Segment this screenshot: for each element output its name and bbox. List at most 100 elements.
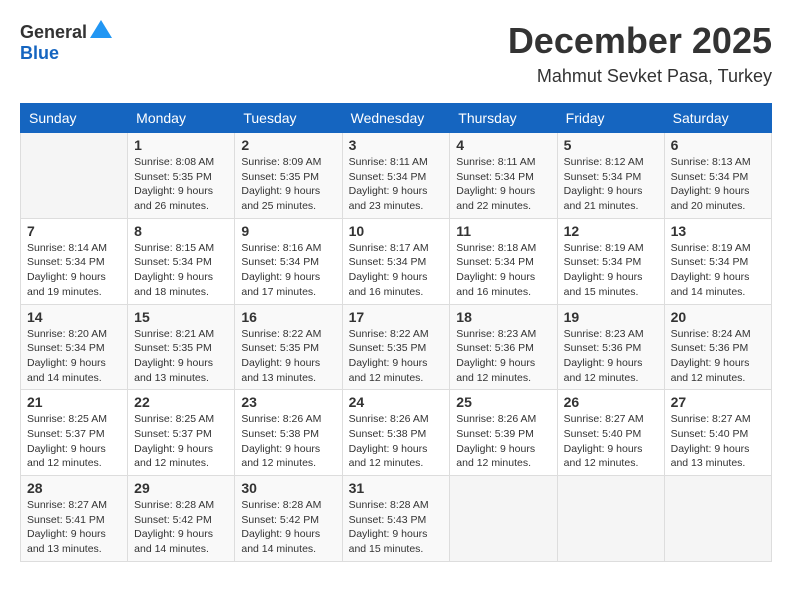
day-number: 24 [349, 394, 444, 410]
table-row: 6 Sunrise: 8:13 AMSunset: 5:34 PMDayligh… [664, 133, 771, 219]
day-info: Sunrise: 8:19 AMSunset: 5:34 PMDaylight:… [671, 241, 765, 300]
month-title: December 2025 [508, 20, 772, 62]
table-row [450, 476, 557, 562]
day-info: Sunrise: 8:15 AMSunset: 5:34 PMDaylight:… [134, 241, 228, 300]
day-info: Sunrise: 8:23 AMSunset: 5:36 PMDaylight:… [456, 327, 550, 386]
day-info: Sunrise: 8:16 AMSunset: 5:34 PMDaylight:… [241, 241, 335, 300]
day-number: 17 [349, 309, 444, 325]
table-row: 18 Sunrise: 8:23 AMSunset: 5:36 PMDaylig… [450, 304, 557, 390]
table-row: 2 Sunrise: 8:09 AMSunset: 5:35 PMDayligh… [235, 133, 342, 219]
day-number: 6 [671, 137, 765, 153]
table-row: 11 Sunrise: 8:18 AMSunset: 5:34 PMDaylig… [450, 218, 557, 304]
day-info: Sunrise: 8:12 AMSunset: 5:34 PMDaylight:… [564, 155, 658, 214]
header-monday: Monday [128, 104, 235, 133]
day-info: Sunrise: 8:20 AMSunset: 5:34 PMDaylight:… [27, 327, 121, 386]
day-number: 9 [241, 223, 335, 239]
day-number: 13 [671, 223, 765, 239]
day-info: Sunrise: 8:22 AMSunset: 5:35 PMDaylight:… [241, 327, 335, 386]
day-number: 12 [564, 223, 658, 239]
day-info: Sunrise: 8:23 AMSunset: 5:36 PMDaylight:… [564, 327, 658, 386]
title-section: December 2025 Mahmut Sevket Pasa, Turkey [508, 20, 772, 87]
day-number: 28 [27, 480, 121, 496]
day-info: Sunrise: 8:19 AMSunset: 5:34 PMDaylight:… [564, 241, 658, 300]
day-number: 7 [27, 223, 121, 239]
day-number: 20 [671, 309, 765, 325]
day-number: 23 [241, 394, 335, 410]
logo-triangle-icon [90, 20, 112, 38]
day-info: Sunrise: 8:26 AMSunset: 5:38 PMDaylight:… [349, 412, 444, 471]
table-row: 4 Sunrise: 8:11 AMSunset: 5:34 PMDayligh… [450, 133, 557, 219]
day-number: 15 [134, 309, 228, 325]
day-number: 14 [27, 309, 121, 325]
day-number: 10 [349, 223, 444, 239]
table-row: 9 Sunrise: 8:16 AMSunset: 5:34 PMDayligh… [235, 218, 342, 304]
table-row: 13 Sunrise: 8:19 AMSunset: 5:34 PMDaylig… [664, 218, 771, 304]
calendar-table: Sunday Monday Tuesday Wednesday Thursday… [20, 103, 772, 562]
table-row: 24 Sunrise: 8:26 AMSunset: 5:38 PMDaylig… [342, 390, 450, 476]
day-info: Sunrise: 8:18 AMSunset: 5:34 PMDaylight:… [456, 241, 550, 300]
day-number: 31 [349, 480, 444, 496]
calendar-week-row: 21 Sunrise: 8:25 AMSunset: 5:37 PMDaylig… [21, 390, 772, 476]
header-saturday: Saturday [664, 104, 771, 133]
logo: General Blue [20, 20, 112, 64]
calendar-header-row: Sunday Monday Tuesday Wednesday Thursday… [21, 104, 772, 133]
day-info: Sunrise: 8:21 AMSunset: 5:35 PMDaylight:… [134, 327, 228, 386]
table-row: 19 Sunrise: 8:23 AMSunset: 5:36 PMDaylig… [557, 304, 664, 390]
day-info: Sunrise: 8:27 AMSunset: 5:41 PMDaylight:… [27, 498, 121, 557]
day-number: 2 [241, 137, 335, 153]
day-info: Sunrise: 8:24 AMSunset: 5:36 PMDaylight:… [671, 327, 765, 386]
day-number: 25 [456, 394, 550, 410]
day-number: 26 [564, 394, 658, 410]
table-row [557, 476, 664, 562]
table-row: 27 Sunrise: 8:27 AMSunset: 5:40 PMDaylig… [664, 390, 771, 476]
table-row: 17 Sunrise: 8:22 AMSunset: 5:35 PMDaylig… [342, 304, 450, 390]
table-row: 15 Sunrise: 8:21 AMSunset: 5:35 PMDaylig… [128, 304, 235, 390]
calendar-week-row: 1 Sunrise: 8:08 AMSunset: 5:35 PMDayligh… [21, 133, 772, 219]
day-info: Sunrise: 8:25 AMSunset: 5:37 PMDaylight:… [134, 412, 228, 471]
logo-blue-text: Blue [20, 43, 59, 63]
day-number: 30 [241, 480, 335, 496]
day-info: Sunrise: 8:11 AMSunset: 5:34 PMDaylight:… [456, 155, 550, 214]
table-row: 20 Sunrise: 8:24 AMSunset: 5:36 PMDaylig… [664, 304, 771, 390]
logo-general-text: General [20, 22, 87, 43]
day-info: Sunrise: 8:08 AMSunset: 5:35 PMDaylight:… [134, 155, 228, 214]
day-number: 22 [134, 394, 228, 410]
table-row: 29 Sunrise: 8:28 AMSunset: 5:42 PMDaylig… [128, 476, 235, 562]
calendar-week-row: 7 Sunrise: 8:14 AMSunset: 5:34 PMDayligh… [21, 218, 772, 304]
table-row: 5 Sunrise: 8:12 AMSunset: 5:34 PMDayligh… [557, 133, 664, 219]
day-info: Sunrise: 8:28 AMSunset: 5:42 PMDaylight:… [241, 498, 335, 557]
table-row: 31 Sunrise: 8:28 AMSunset: 5:43 PMDaylig… [342, 476, 450, 562]
day-info: Sunrise: 8:28 AMSunset: 5:42 PMDaylight:… [134, 498, 228, 557]
day-number: 29 [134, 480, 228, 496]
day-number: 1 [134, 137, 228, 153]
day-info: Sunrise: 8:25 AMSunset: 5:37 PMDaylight:… [27, 412, 121, 471]
day-number: 5 [564, 137, 658, 153]
table-row [664, 476, 771, 562]
table-row: 25 Sunrise: 8:26 AMSunset: 5:39 PMDaylig… [450, 390, 557, 476]
table-row: 12 Sunrise: 8:19 AMSunset: 5:34 PMDaylig… [557, 218, 664, 304]
day-info: Sunrise: 8:26 AMSunset: 5:39 PMDaylight:… [456, 412, 550, 471]
day-number: 18 [456, 309, 550, 325]
header-sunday: Sunday [21, 104, 128, 133]
day-number: 11 [456, 223, 550, 239]
day-info: Sunrise: 8:26 AMSunset: 5:38 PMDaylight:… [241, 412, 335, 471]
header-friday: Friday [557, 104, 664, 133]
day-number: 21 [27, 394, 121, 410]
table-row: 14 Sunrise: 8:20 AMSunset: 5:34 PMDaylig… [21, 304, 128, 390]
day-number: 19 [564, 309, 658, 325]
table-row: 28 Sunrise: 8:27 AMSunset: 5:41 PMDaylig… [21, 476, 128, 562]
table-row: 23 Sunrise: 8:26 AMSunset: 5:38 PMDaylig… [235, 390, 342, 476]
table-row: 8 Sunrise: 8:15 AMSunset: 5:34 PMDayligh… [128, 218, 235, 304]
day-info: Sunrise: 8:14 AMSunset: 5:34 PMDaylight:… [27, 241, 121, 300]
table-row: 22 Sunrise: 8:25 AMSunset: 5:37 PMDaylig… [128, 390, 235, 476]
header-thursday: Thursday [450, 104, 557, 133]
table-row: 26 Sunrise: 8:27 AMSunset: 5:40 PMDaylig… [557, 390, 664, 476]
day-info: Sunrise: 8:27 AMSunset: 5:40 PMDaylight:… [564, 412, 658, 471]
table-row [21, 133, 128, 219]
day-number: 8 [134, 223, 228, 239]
table-row: 10 Sunrise: 8:17 AMSunset: 5:34 PMDaylig… [342, 218, 450, 304]
table-row: 1 Sunrise: 8:08 AMSunset: 5:35 PMDayligh… [128, 133, 235, 219]
header-wednesday: Wednesday [342, 104, 450, 133]
day-number: 27 [671, 394, 765, 410]
day-info: Sunrise: 8:22 AMSunset: 5:35 PMDaylight:… [349, 327, 444, 386]
